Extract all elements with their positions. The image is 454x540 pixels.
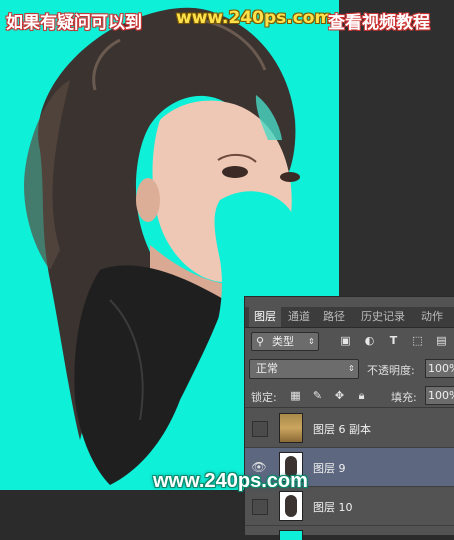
fill-label: 填充: — [391, 391, 417, 404]
tab-layers[interactable]: 图层 — [249, 307, 281, 327]
layer-row[interactable]: 图层 6 副本 — [245, 409, 454, 448]
fill-input[interactable]: 100% — [425, 386, 454, 405]
visibility-toggle[interactable] — [252, 499, 268, 515]
visibility-toggle[interactable] — [252, 421, 268, 437]
header-right-text: 查看视频教程 — [328, 13, 430, 33]
blend-mode-value: 正常 — [256, 362, 278, 375]
layer-filter-row: ⚲ 类型 ⇕ ▣ ◐ T ⬚ ▤ — [245, 329, 454, 353]
layer-thumbnail — [279, 413, 303, 443]
type-filter-icon[interactable]: T — [387, 334, 400, 347]
lock-all-icon[interactable]: 🔒︎ — [355, 389, 368, 402]
panel-tabs: 图层 通道 路径 历史记录 动作 — [245, 307, 454, 328]
header-site-link: www.240ps.com — [176, 8, 333, 28]
lock-paint-icon[interactable]: ✎ — [311, 389, 324, 402]
tab-history[interactable]: 历史记录 — [353, 307, 413, 327]
watermark: www.240ps.com — [153, 470, 308, 492]
filter-kind-select[interactable]: ⚲ 类型 ⇕ — [251, 332, 319, 351]
tab-paths[interactable]: 路径 — [318, 307, 350, 327]
layer-name: 图层 10 — [313, 501, 353, 514]
tab-actions[interactable]: 动作 — [415, 307, 449, 327]
header-left-text: 如果有疑问可以到 — [6, 13, 142, 33]
shape-filter-icon[interactable]: ⬚ — [411, 334, 424, 347]
smart-object-filter-icon[interactable]: ▤ — [435, 334, 448, 347]
search-icon: ⚲ — [256, 335, 265, 348]
opacity-label: 不透明度: — [367, 364, 415, 377]
lock-label: 锁定: — [251, 391, 277, 404]
layer-thumbnail — [279, 530, 303, 540]
lock-transparent-icon[interactable]: ▦ — [289, 389, 302, 402]
layers-panel: 图层 通道 路径 历史记录 动作 ⚲ 类型 ⇕ ▣ ◐ T ⬚ ▤ 正常 ⇕ 不… — [244, 296, 454, 540]
opacity-input[interactable]: 100% — [425, 359, 454, 378]
layer-thumbnail — [279, 491, 303, 521]
adjustment-filter-icon[interactable]: ◐ — [363, 334, 376, 347]
thumbnail-figure — [285, 495, 297, 517]
layer-name: 图层 9 — [313, 462, 346, 475]
tab-channels[interactable]: 通道 — [283, 307, 315, 327]
blend-row: 正常 ⇕ 不透明度: 100% — [245, 357, 454, 381]
chevron-updown-icon: ⇕ — [308, 337, 315, 346]
lock-move-icon[interactable]: ✥ — [333, 389, 346, 402]
layer-name: 图层 6 副本 — [313, 423, 371, 436]
blend-mode-select[interactable]: 正常 ⇕ — [249, 359, 359, 379]
lock-row: 锁定: ▦ ✎ ✥ 🔒︎ 填充: 100% — [245, 385, 454, 408]
filter-kind-label: 类型 — [272, 335, 294, 348]
chevron-updown-icon: ⇕ — [348, 364, 355, 373]
image-filter-icon[interactable]: ▣ — [339, 334, 352, 347]
